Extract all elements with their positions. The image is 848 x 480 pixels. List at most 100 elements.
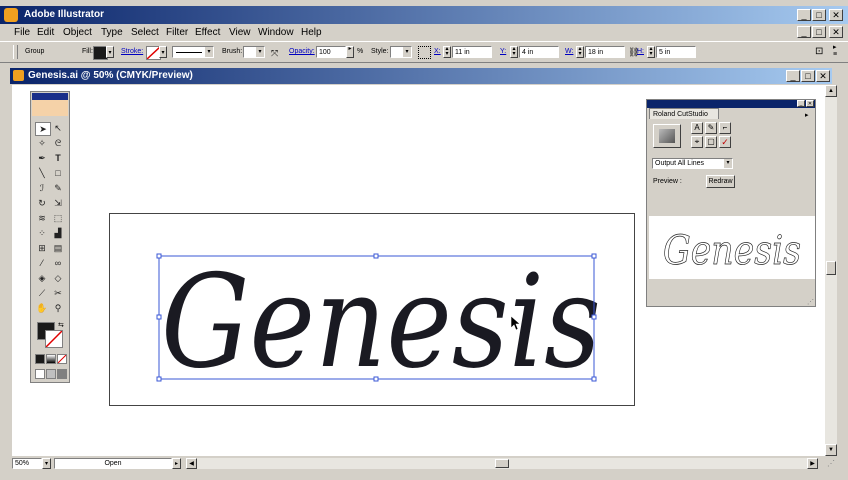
warp-tool-icon[interactable]: ≋ bbox=[35, 212, 49, 224]
handle-top-right[interactable] bbox=[591, 253, 597, 259]
horizontal-scroll-thumb[interactable] bbox=[495, 459, 509, 468]
blend-tool-icon[interactable]: ∞ bbox=[51, 257, 65, 269]
stroke-label[interactable]: Stroke: bbox=[121, 48, 143, 55]
w-stepper-icon[interactable]: ▴ ▾ bbox=[576, 46, 584, 58]
gradient-tool-icon[interactable]: ▤ bbox=[51, 242, 65, 254]
paintbrush-tool-icon[interactable]: ℐ bbox=[35, 182, 49, 194]
document-minimize-button[interactable]: _ bbox=[786, 70, 800, 82]
scroll-down-icon[interactable]: ▼ bbox=[825, 444, 837, 456]
screen-mode-standard-icon[interactable] bbox=[35, 369, 45, 379]
handle-left[interactable] bbox=[156, 314, 162, 320]
hand-tool-icon[interactable]: ✋ bbox=[35, 302, 49, 314]
maximize-button[interactable]: □ bbox=[812, 9, 826, 21]
graph-tool-icon[interactable]: ▟ bbox=[51, 227, 65, 239]
crop-marks-icon[interactable]: ⌐ bbox=[719, 122, 731, 134]
stroke-color-box[interactable] bbox=[45, 330, 63, 348]
rotate-tool-icon[interactable]: ↻ bbox=[35, 197, 49, 209]
frame-icon[interactable]: ▢ bbox=[705, 136, 717, 148]
artboard[interactable]: Genesis bbox=[109, 213, 635, 406]
redraw-button[interactable]: Redraw bbox=[706, 175, 735, 188]
plugin-tab[interactable]: Roland CutStudio bbox=[649, 108, 719, 119]
h-stepper-icon[interactable]: ▴ ▾ bbox=[647, 46, 655, 58]
scissors-tool-icon[interactable]: ✂ bbox=[51, 287, 65, 299]
swap-colors-icon[interactable]: ⇆ bbox=[58, 321, 64, 329]
panel-close-button[interactable]: ✕ bbox=[806, 100, 814, 107]
scroll-right-icon[interactable]: ▶ bbox=[807, 458, 818, 469]
menu-select[interactable]: Select bbox=[131, 27, 159, 38]
zoom-dropdown-icon[interactable]: ▾ bbox=[42, 458, 51, 469]
handle-bottom-right[interactable] bbox=[591, 376, 597, 382]
color-mode-icon[interactable] bbox=[35, 354, 45, 364]
brush-dropdown[interactable]: ▾ bbox=[243, 46, 265, 58]
handle-right[interactable] bbox=[591, 314, 597, 320]
close-button[interactable]: ✕ bbox=[829, 9, 843, 21]
status-menu-icon[interactable]: ▸ bbox=[172, 458, 181, 469]
reference-point-icon[interactable] bbox=[418, 46, 431, 59]
h-field[interactable]: 5 in bbox=[656, 46, 696, 58]
style-dropdown[interactable]: ▾ bbox=[390, 46, 412, 58]
brush-options-icon[interactable]: ⤧ bbox=[271, 48, 278, 59]
cutstudio-logo-button[interactable] bbox=[653, 124, 681, 148]
document-close-button[interactable]: ✕ bbox=[816, 70, 830, 82]
slice-tool-icon[interactable]: ⟋ bbox=[35, 287, 49, 299]
scroll-up-icon[interactable]: ▲ bbox=[825, 85, 837, 97]
magic-wand-tool-icon[interactable]: ✧ bbox=[35, 137, 49, 149]
y-field[interactable]: 4 in bbox=[519, 46, 559, 58]
status-info[interactable]: Open bbox=[54, 458, 172, 469]
text-outline-icon[interactable]: A bbox=[691, 122, 703, 134]
direct-selection-tool-icon[interactable]: ↖ bbox=[51, 122, 65, 134]
menu-type[interactable]: Type bbox=[101, 27, 123, 38]
scale-tool-icon[interactable]: ⇲ bbox=[51, 197, 65, 209]
live-paint-selection-tool-icon[interactable]: ◇ bbox=[51, 272, 65, 284]
stroke-weight-field[interactable]: ▾ bbox=[172, 46, 214, 58]
y-stepper-icon[interactable]: ▴ ▾ bbox=[510, 46, 518, 58]
minimize-button[interactable]: _ bbox=[797, 9, 811, 21]
opacity-label[interactable]: Opacity: bbox=[289, 48, 315, 55]
w-field[interactable]: 18 in bbox=[585, 46, 625, 58]
mesh-tool-icon[interactable]: ⊞ bbox=[35, 242, 49, 254]
selection-tool-icon[interactable]: ➤ bbox=[35, 122, 51, 136]
x-stepper-icon[interactable]: ▴ ▾ bbox=[443, 46, 451, 58]
doc-close-button[interactable]: ✕ bbox=[829, 26, 843, 38]
horizontal-scrollbar[interactable]: ◀ ▶ bbox=[186, 458, 818, 469]
window-resize-grip-icon[interactable]: ⋰ bbox=[827, 459, 835, 468]
w-label[interactable]: W: bbox=[565, 48, 573, 55]
menu-window[interactable]: Window bbox=[258, 27, 294, 38]
palette-menu-icon[interactable]: ▸ ≡ bbox=[833, 44, 837, 58]
zoom-tool-icon[interactable]: ⚲ bbox=[51, 302, 65, 314]
menu-object[interactable]: Object bbox=[63, 27, 92, 38]
artwork-group[interactable]: Genesis bbox=[110, 214, 636, 407]
menu-edit[interactable]: Edit bbox=[37, 27, 54, 38]
live-paint-tool-icon[interactable]: ◈ bbox=[35, 272, 49, 284]
handle-bottom[interactable] bbox=[373, 376, 379, 382]
screen-mode-menu-icon[interactable] bbox=[46, 369, 56, 379]
output-lines-dropdown[interactable]: Output All Lines ▾ bbox=[652, 158, 733, 169]
transform-options-icon[interactable]: ⊡ bbox=[815, 46, 823, 57]
none-mode-icon[interactable] bbox=[57, 354, 67, 364]
y-label[interactable]: Y: bbox=[500, 48, 506, 55]
pen-tool-icon[interactable]: ✒ bbox=[35, 152, 49, 164]
symbol-sprayer-tool-icon[interactable]: ⁘ bbox=[35, 227, 49, 239]
menu-view[interactable]: View bbox=[229, 27, 251, 38]
rectangle-tool-icon[interactable]: □ bbox=[51, 167, 65, 179]
fill-dropdown-icon[interactable]: ▾ bbox=[106, 46, 114, 58]
screen-mode-full-icon[interactable] bbox=[57, 369, 67, 379]
panel-collapse-button[interactable]: _ bbox=[797, 100, 805, 107]
type-tool-icon[interactable]: T bbox=[51, 152, 65, 164]
checkmark-icon[interactable]: ✓ bbox=[719, 136, 731, 148]
lasso-tool-icon[interactable]: ᘓ bbox=[51, 137, 65, 149]
document-maximize-button[interactable]: □ bbox=[801, 70, 815, 82]
doc-minimize-button[interactable]: _ bbox=[797, 26, 811, 38]
scroll-left-icon[interactable]: ◀ bbox=[186, 458, 197, 469]
line-tool-icon[interactable]: ╲ bbox=[35, 167, 49, 179]
panel-resize-grip-icon[interactable]: ⋰ bbox=[807, 298, 814, 306]
stroke-dropdown-icon[interactable]: ▾ bbox=[159, 46, 167, 58]
menu-help[interactable]: Help bbox=[301, 27, 322, 38]
opacity-arrow-icon[interactable]: ▸ bbox=[346, 46, 354, 58]
menu-filter[interactable]: Filter bbox=[166, 27, 188, 38]
h-label[interactable]: H: bbox=[637, 48, 644, 55]
opacity-field[interactable]: 100 bbox=[316, 46, 346, 58]
doc-restore-button[interactable]: □ bbox=[812, 26, 826, 38]
register-icon[interactable]: ⌖ bbox=[691, 136, 703, 148]
vertical-scroll-thumb[interactable] bbox=[826, 261, 836, 275]
